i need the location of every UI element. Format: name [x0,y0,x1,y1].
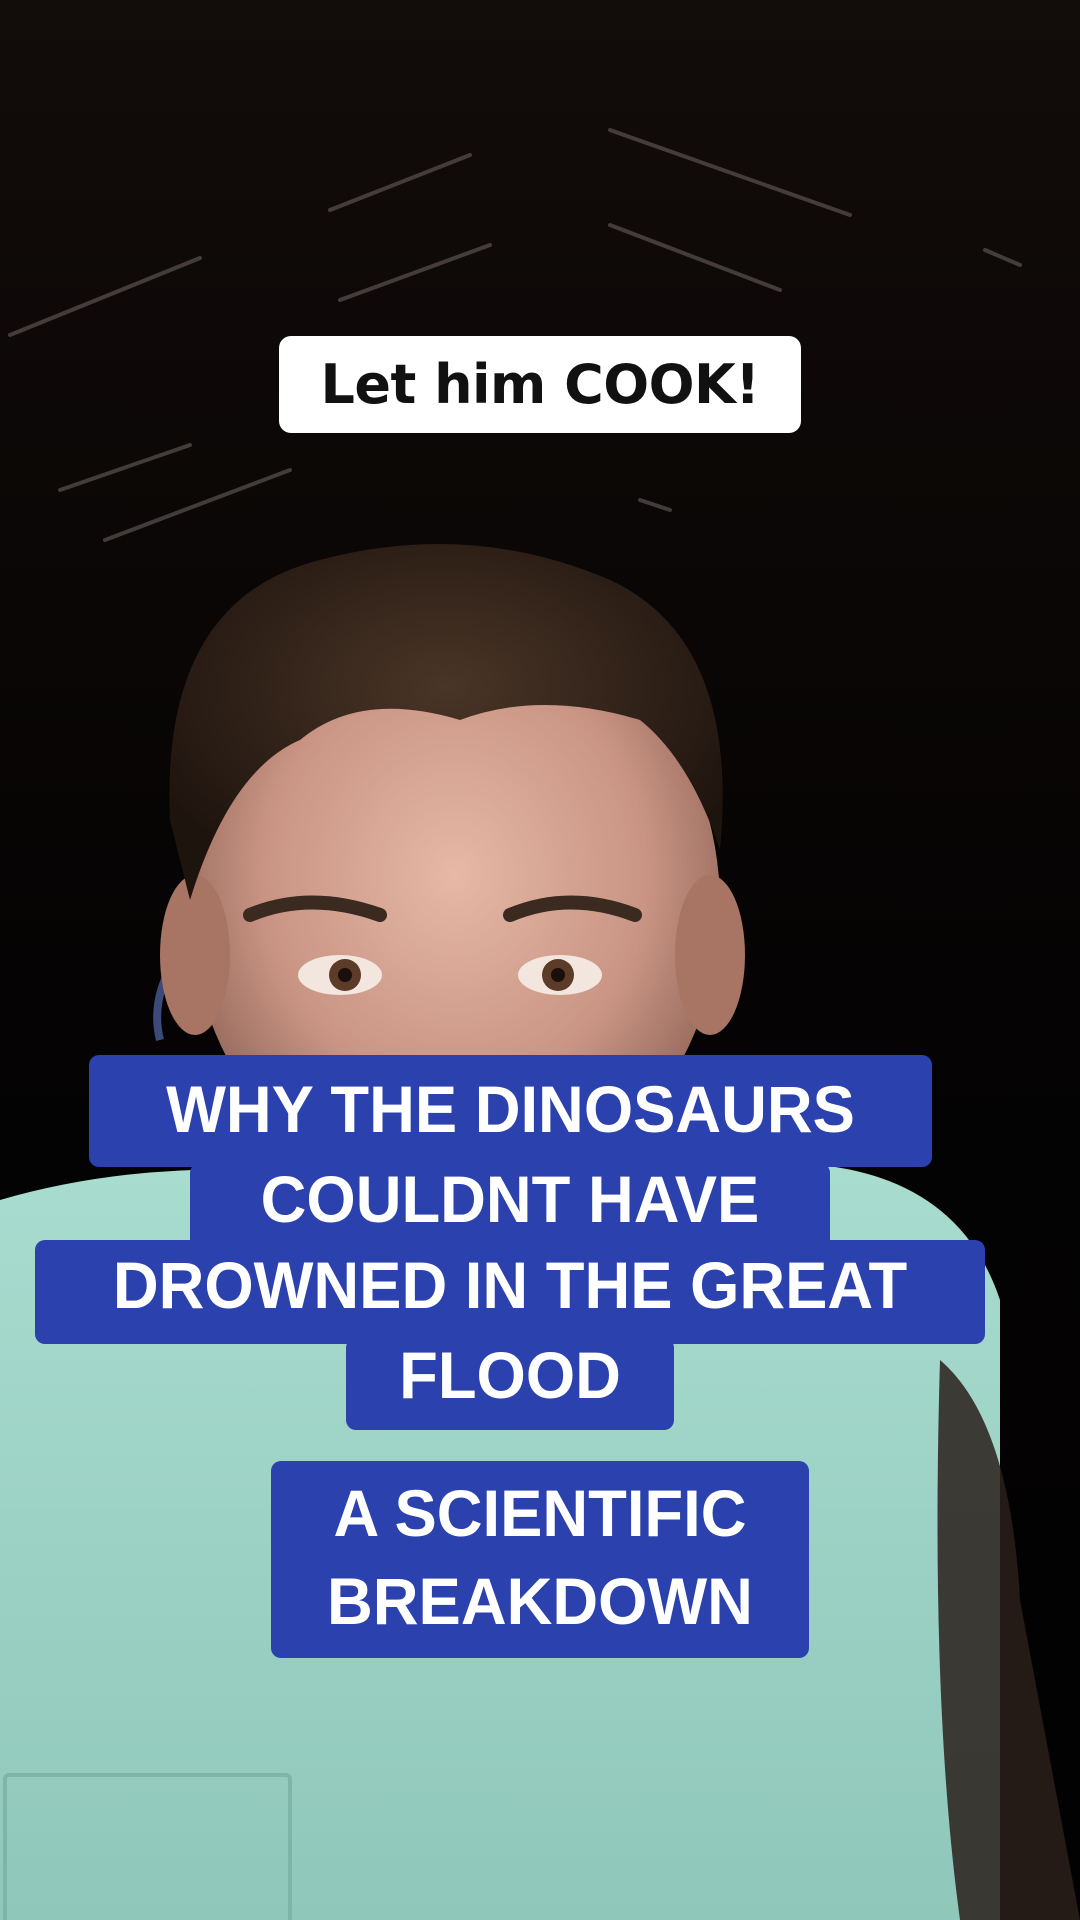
subtitle-line-1: A SCIENTIFIC [333,1476,747,1550]
subtitle-line-2: BREAKDOWN [327,1564,753,1638]
title-line-3: DROWNED IN THE GREAT [112,1248,908,1322]
title-overlay: WHY THE DINOSAURS COULDNT HAVE DROWNED I… [0,0,1080,1920]
video-frame[interactable]: Let him COOK! WHY THE DINOSAURS COULDNT … [0,0,1080,1920]
title-line-1: WHY THE DINOSAURS [166,1072,855,1146]
title-line-2: COULDNT HAVE [260,1162,760,1236]
title-line-4: FLOOD [399,1338,621,1412]
